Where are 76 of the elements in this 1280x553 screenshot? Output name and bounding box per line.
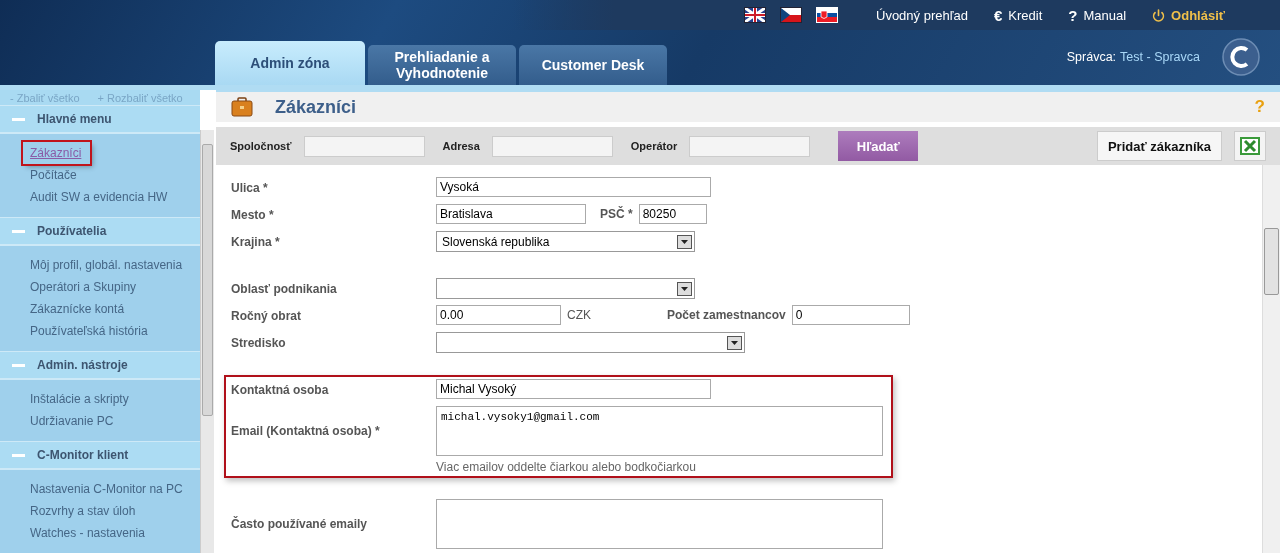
field-label: Mesto * — [231, 207, 275, 224]
menu-item[interactable]: Operátori a Skupiny — [30, 276, 137, 298]
tab[interactable]: Admin zóna — [215, 41, 365, 85]
tab[interactable]: Customer Desk — [519, 45, 667, 85]
filter-field[interactable] — [689, 135, 811, 157]
currency-label: CZK — [567, 308, 591, 322]
menu-item[interactable]: Používateľská história — [30, 320, 148, 342]
dropdown[interactable] — [436, 278, 695, 299]
flag-icon[interactable] — [744, 7, 766, 23]
user-label: Správca: — [1066, 50, 1117, 64]
menu-item[interactable]: Udržiavanie PC — [30, 410, 114, 432]
field-label: Ulica * — [231, 180, 269, 197]
logout-link[interactable]: Odhlásiť — [1152, 7, 1225, 23]
group-title: C-Monitor klient — [37, 448, 129, 462]
scroll-thumb[interactable] — [202, 144, 213, 416]
text-field[interactable]: Vysoká — [436, 177, 711, 197]
text-field[interactable]: Bratislava — [436, 204, 586, 224]
flag-icon[interactable] — [780, 7, 802, 23]
field-label: Stredisko — [231, 335, 287, 352]
caret-icon — [727, 335, 742, 350]
nav-link[interactable]: Úvodný prehľad — [876, 7, 968, 23]
text-field[interactable]: 0 — [791, 305, 910, 325]
nav-link[interactable]: ? Manual — [1068, 6, 1127, 24]
text-field[interactable]: 80250 — [638, 204, 707, 224]
menu-group-header[interactable]: Používatelia — [0, 217, 200, 246]
tab[interactable]: Prehliadanie a Vyhodnotenie — [368, 45, 516, 85]
field-label: Ročný obrat — [231, 308, 302, 325]
logo-icon — [1222, 38, 1260, 76]
hint-text: Viac emailov oddelte čiarkou alebo bodkočiarkou — [436, 460, 697, 474]
field-label: Oblasť podnikania — [231, 281, 338, 298]
text-field[interactable]: 0.00 — [436, 305, 561, 325]
group-title: Používatelia — [37, 224, 107, 238]
filter-label: Spoločnosť — [230, 140, 292, 152]
field-label: PSČ * — [600, 207, 633, 221]
dropdown[interactable] — [436, 332, 745, 353]
caret-icon — [677, 281, 692, 296]
menu-item[interactable]: Nastavenia C-Monitor na PC — [30, 478, 183, 500]
textarea-field[interactable]: michal.vysoky1@gmail.com — [436, 406, 883, 456]
filter-field[interactable] — [303, 135, 425, 157]
menu-group-header[interactable]: Hlavné menu — [0, 105, 200, 134]
search-button[interactable]: Hľadať — [838, 131, 919, 161]
field-label: Krajina * — [231, 234, 281, 251]
field-label: Často používané emaily — [231, 515, 369, 533]
field-label: Email (Kontaktná osoba) * — [231, 423, 381, 440]
field-label: Kontaktná osoba — [231, 382, 330, 399]
user-name: Test - Spravca — [1120, 50, 1200, 64]
menu-item[interactable]: Inštalácie a skripty — [30, 388, 129, 410]
menu-item[interactable]: Audit SW a evidencia HW — [30, 186, 168, 208]
filter-field[interactable] — [491, 135, 613, 157]
spreadsheet-icon — [1240, 137, 1260, 155]
menu-item[interactable]: Rozvrhy a stav úloh — [30, 500, 136, 522]
briefcase-icon — [231, 97, 253, 117]
field-label: Počet zamestnancov — [667, 308, 786, 322]
group-title: Admin. nástroje — [37, 358, 128, 372]
dropdown[interactable]: Slovenská republika — [436, 231, 695, 252]
menu-item[interactable]: Zákaznícke kontá — [30, 298, 125, 320]
menu-item[interactable]: Zákazníci — [23, 142, 91, 164]
scrollbar[interactable] — [1262, 165, 1280, 553]
excel-export-button[interactable] — [1234, 131, 1266, 161]
nav-link[interactable]: € Kredit — [993, 6, 1043, 24]
page-title: Zákazníci — [275, 96, 358, 118]
filter-label: Operátor — [630, 140, 678, 152]
textarea-field[interactable] — [436, 499, 883, 549]
add-customer-button[interactable]: Pridať zákazníka — [1096, 131, 1222, 161]
group-title: Hlavné menu — [37, 112, 112, 126]
filter-label: Adresa — [442, 140, 480, 152]
scroll-thumb[interactable] — [1264, 228, 1279, 295]
menu-item[interactable]: Watches - nastavenia — [30, 522, 145, 544]
menu-group-header[interactable]: Admin. nástroje — [0, 351, 200, 380]
menu-item[interactable]: Môj profil, globál. nastavenia — [30, 254, 183, 276]
menu-group-header[interactable]: C-Monitor klient — [0, 441, 200, 470]
scrollbar[interactable] — [200, 130, 214, 553]
caret-icon — [677, 234, 692, 249]
text-field[interactable]: Michal Vysoký — [436, 379, 711, 399]
menu-item[interactable]: Počítače — [30, 164, 77, 186]
power-icon — [1152, 8, 1166, 22]
